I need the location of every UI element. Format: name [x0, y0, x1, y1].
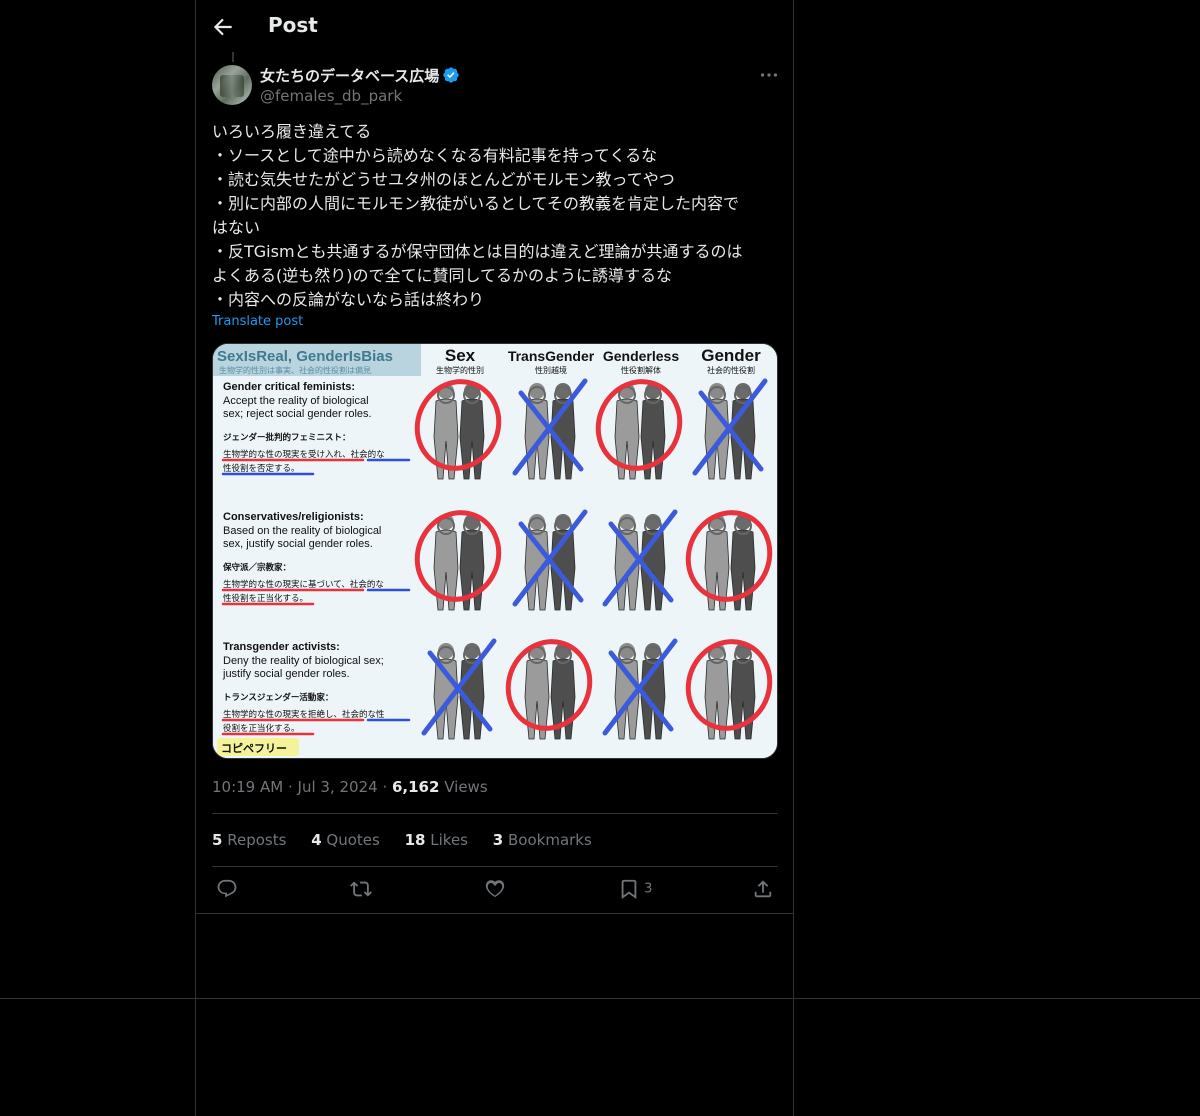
thread-line — [232, 52, 234, 62]
like-button[interactable] — [484, 878, 506, 902]
bookmarks-label: Bookmarks — [508, 831, 592, 849]
more-options-icon[interactable] — [758, 64, 780, 86]
repost-button[interactable] — [350, 878, 372, 902]
quotes-label: Quotes — [326, 831, 380, 849]
column-heading: Gender — [701, 346, 761, 365]
divider — [196, 913, 793, 914]
row-text: Based on the reality of biological — [223, 525, 381, 537]
row-text: Deny the reality of biological sex; — [223, 655, 384, 667]
row-heading: Gender critical feminists: — [223, 381, 355, 393]
bookmark-icon — [621, 879, 637, 900]
image-footer: コピペフリー — [221, 742, 287, 755]
verified-badge-icon — [442, 66, 460, 84]
engagement-stats: 5 Reposts 4 Quotes 18 Likes 3 Bookmarks — [212, 831, 612, 849]
row-jp-text: 性役割を否定する。 — [223, 463, 300, 474]
reply-icon — [217, 879, 237, 898]
likes-count: 18 — [404, 831, 426, 849]
row-text: sex, justify social gender roles. — [223, 538, 373, 550]
row-jp-text: 性役割を正当化する。 — [223, 593, 308, 604]
likes-label: Likes — [430, 831, 468, 849]
row-jp-text: 生物学的な性の現実を拒絶し、社会的な性 — [223, 709, 385, 720]
heart-icon — [485, 880, 505, 898]
row-jp-heading: 保守派／宗教家： — [222, 562, 291, 573]
column-subheading: 生物学的性別 — [436, 365, 484, 375]
bookmark-button[interactable]: 3 — [618, 878, 652, 902]
column-subheading: 社会的性役割 — [707, 365, 755, 375]
likes-stat[interactable]: 18 Likes — [405, 831, 468, 849]
tweet-line: ・読む気失せたがどうせユタ州のほとんどがモルモン教ってやつ — [212, 170, 675, 189]
row-text: sex; reject social gender roles. — [223, 408, 372, 420]
row-jp-heading: ジェンダー批判的フェミニスト： — [223, 432, 351, 443]
row-heading: Transgender activists: — [223, 641, 340, 653]
row-jp-text: 生物学的な性の現実を受け入れ、社会的な — [223, 449, 385, 460]
reposts-stat[interactable]: 5 Reposts — [212, 831, 286, 849]
page-header: Post — [196, 0, 793, 54]
column-subheading: 性役割解体 — [621, 365, 661, 375]
row-heading: Conservatives/religionists: — [223, 511, 364, 523]
image-subtitle: 生物学的性別は事実、社会的性役割は偏見 — [219, 365, 371, 375]
divider — [212, 813, 778, 814]
bookmarks-count: 3 — [492, 831, 504, 849]
tweet-line: ・内容への反論がないなら話は終わり — [212, 290, 485, 309]
post-date[interactable]: Jul 3, 2024 — [298, 778, 378, 796]
reposts-label: Reposts — [227, 831, 287, 849]
tweet-line: よくある(逆も然り)ので全てに賛同してるかのように誘導するな — [212, 266, 673, 285]
row-jp-text: 役割を正当化する。 — [223, 723, 300, 734]
author-name[interactable]: 女たちのデータベース広場 — [260, 65, 460, 86]
row-jp-heading: トランスジェンダー活動家： — [223, 692, 333, 703]
image-title: SexIsReal, GenderIsBias — [217, 348, 393, 365]
infographic: SexIsReal, GenderIsBias 生物学的性別は事実、社会的性役割… — [213, 344, 777, 758]
quotes-stat[interactable]: 4 Quotes — [311, 831, 380, 849]
meta-separator: · — [287, 778, 298, 796]
column-subheading: 性別越境 — [535, 365, 567, 375]
back-arrow-icon[interactable] — [210, 14, 236, 40]
tweet-line: ・別に内部の人間にモルモン教徒がいるとしてその教義を肯定した内容で — [212, 194, 740, 213]
divider — [212, 866, 778, 867]
post-meta: 10:19 AM · Jul 3, 2024 · 6,162 Views — [212, 778, 488, 796]
post-time[interactable]: 10:19 AM — [212, 778, 283, 796]
column-heading: TransGender — [508, 348, 595, 364]
reply-button[interactable] — [216, 878, 238, 902]
tweet-line: ・ソースとして途中から読めなくなる有料記事を持ってくるな — [212, 146, 658, 165]
meta-separator: · — [382, 778, 392, 796]
share-button[interactable] — [752, 878, 774, 902]
column-heading: Genderless — [603, 348, 679, 364]
repost-icon — [350, 881, 372, 897]
main-column: Post 女たちのデータベース広場 @females_db_park いろいろ履… — [195, 0, 794, 1116]
quotes-count: 4 — [311, 831, 322, 849]
bookmarks-stat[interactable]: 3 Bookmarks — [493, 831, 592, 849]
tweet-line: ・反TGismとも共通するが保守団体とは目的は違えど理論が共通するのは — [212, 242, 743, 261]
share-icon — [754, 880, 772, 898]
tweet-line: はない — [212, 218, 261, 237]
tweet-text: いろいろ履き違えてる ・ソースとして途中から読めなくなる有料記事を持ってくるな … — [212, 120, 778, 312]
avatar[interactable] — [212, 65, 252, 105]
author-handle[interactable]: @females_db_park — [260, 87, 402, 105]
views-count: 6,162 — [391, 778, 440, 796]
post-image[interactable]: SexIsReal, GenderIsBias 生物学的性別は事実、社会的性役割… — [212, 343, 778, 759]
reposts-count: 5 — [212, 831, 223, 849]
tweet-line: いろいろ履き違えてる — [212, 122, 372, 141]
views-label: Views — [444, 778, 488, 796]
row-text: Accept the reality of biological — [223, 395, 369, 407]
column-heading: Sex — [445, 346, 476, 365]
row-text: justify social gender roles. — [222, 668, 350, 680]
row-jp-text: 生物学的な性の現実に基づいて、社会的な — [223, 579, 384, 590]
author-name-text[interactable]: 女たちのデータベース広場 — [260, 67, 439, 85]
translate-post-link[interactable]: Translate post — [212, 314, 303, 329]
bookmark-count: 3 — [644, 881, 653, 897]
page-title: Post — [268, 13, 318, 37]
